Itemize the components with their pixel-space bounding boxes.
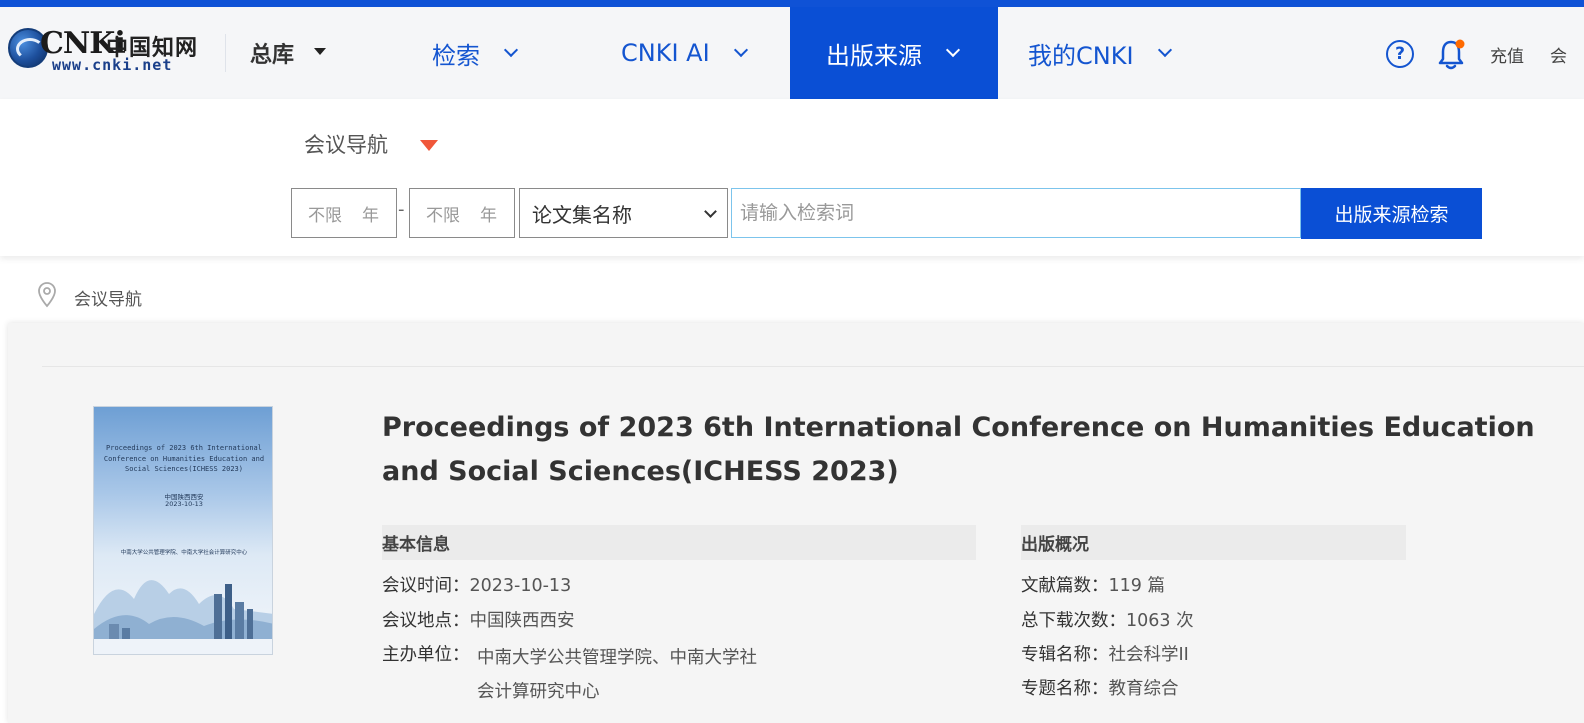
search-band: 会议导航 不限 年 - 不限 年 论文集名称 出版来源检索 — [0, 99, 1584, 256]
conference-place-label: 会议地点： — [382, 611, 470, 631]
topic-name-label: 专题名称： — [1021, 679, 1109, 699]
cover-date: 2023-10-13 — [165, 500, 203, 508]
nav-search-menu[interactable]: 检索 — [432, 7, 519, 99]
chevron-down-icon — [1157, 42, 1172, 58]
conference-host-line-1: 中南大学公共管理学院、中南大学社 — [477, 648, 757, 668]
nav-publication-source-label: 出版来源 — [826, 41, 922, 70]
help-glyph: ? — [1395, 44, 1405, 64]
year-from-unit: 年 — [362, 205, 379, 226]
cover-title: Proceedings of 2023 6th International Co… — [103, 444, 265, 473]
conference-place-row: 会议地点：中国陕西西安 — [382, 607, 575, 632]
member-link[interactable]: 会 — [1550, 42, 1567, 67]
top-navbar: CNKi 中国知网 www.cnki.net 总库 检索 CNKI AI 出版来… — [0, 7, 1584, 99]
document-count-row: 文献篇数：119 篇 — [1021, 572, 1165, 597]
publication-overview-heading-text: 出版概况 — [1021, 535, 1089, 555]
top-accent-strip — [0, 0, 1584, 7]
nav-my-cnki-menu[interactable]: 我的CNKI — [1028, 7, 1172, 99]
series-name-label: 专辑名称： — [1021, 645, 1109, 665]
publication-source-search-button[interactable]: 出版来源检索 — [1301, 188, 1482, 239]
search-input[interactable] — [731, 188, 1301, 238]
nav-cnki-ai-menu[interactable]: CNKI AI — [621, 7, 748, 99]
conference-host-label: 主办单位： — [382, 645, 470, 665]
cnki-logo[interactable]: CNKi 中国知网 www.cnki.net — [8, 26, 198, 82]
panel-divider — [42, 366, 1584, 367]
topic-name-value: 教育综合 — [1108, 679, 1179, 699]
conference-host-row: 主办单位： — [382, 641, 470, 666]
conference-time-value: 2023-10-13 — [469, 576, 572, 596]
conference-host-value: 中南大学公共管理学院、中南大学社 会计算研究中心 — [477, 641, 777, 709]
location-pin-icon — [38, 282, 56, 308]
series-name-value: 社会科学II — [1108, 645, 1189, 665]
conference-place-value: 中国陕西西安 — [469, 611, 575, 631]
publication-title: Proceedings of 2023 6th International Co… — [382, 412, 1535, 487]
search-field-select[interactable]: 论文集名称 — [519, 188, 728, 238]
chevron-down-icon — [704, 205, 717, 218]
nav-publication-source-menu[interactable]: 出版来源 — [790, 7, 998, 99]
year-to-select[interactable]: 不限 年 — [409, 188, 515, 238]
publication-overview-heading: 出版概况 — [1021, 525, 1406, 560]
proceedings-cover-image: Proceedings of 2023 6th International Co… — [93, 406, 273, 655]
search-field-value: 论文集名称 — [532, 202, 632, 227]
document-count-value: 119 篇 — [1108, 576, 1165, 596]
download-count-value: 1063 次 — [1126, 611, 1194, 631]
triangle-down-icon[interactable] — [420, 140, 438, 151]
conference-time-label: 会议时间： — [382, 576, 470, 596]
nav-zongku-label: 总库 — [250, 43, 295, 68]
help-icon[interactable]: ? — [1386, 40, 1414, 68]
basic-info-heading: 基本信息 — [382, 525, 976, 560]
nav-search-label: 检索 — [432, 41, 480, 70]
notification-dot — [1455, 39, 1465, 49]
chevron-down-icon — [503, 42, 519, 58]
nav-cnki-ai-label: CNKI AI — [621, 39, 710, 67]
year-to-unit: 年 — [480, 205, 497, 226]
chevron-down-icon — [945, 42, 961, 58]
download-count-row: 总下载次数：1063 次 — [1021, 607, 1194, 632]
basic-info-heading-text: 基本信息 — [382, 535, 450, 555]
nav-zongku-dropdown[interactable]: 总库 — [250, 7, 327, 99]
recharge-link[interactable]: 充值 — [1490, 42, 1524, 67]
chevron-down-icon — [733, 42, 748, 58]
conference-host-line-2: 会计算研究中心 — [477, 682, 600, 702]
year-from-value: 不限 — [308, 205, 342, 226]
cover-landscape-illustration — [94, 580, 272, 654]
nav-my-cnki-label: 我的CNKI — [1028, 41, 1134, 70]
topic-name-row: 专题名称：教育综合 — [1021, 675, 1179, 700]
year-to-value: 不限 — [426, 205, 460, 226]
logo-url-text: www.cnki.net — [52, 56, 173, 74]
year-range-separator: - — [398, 199, 405, 220]
bell-icon[interactable] — [1436, 37, 1466, 71]
download-count-label: 总下载次数： — [1021, 611, 1126, 631]
breadcrumb[interactable]: 会议导航 — [74, 285, 142, 310]
series-name-row: 专辑名称：社会科学II — [1021, 641, 1189, 666]
nav-divider — [225, 34, 226, 72]
conference-time-row: 会议时间：2023-10-13 — [382, 572, 571, 597]
document-count-label: 文献篇数： — [1021, 576, 1109, 596]
year-from-select[interactable]: 不限 年 — [291, 188, 397, 238]
caret-down-icon — [314, 47, 327, 55]
category-dropdown-label[interactable]: 会议导航 — [304, 129, 388, 159]
